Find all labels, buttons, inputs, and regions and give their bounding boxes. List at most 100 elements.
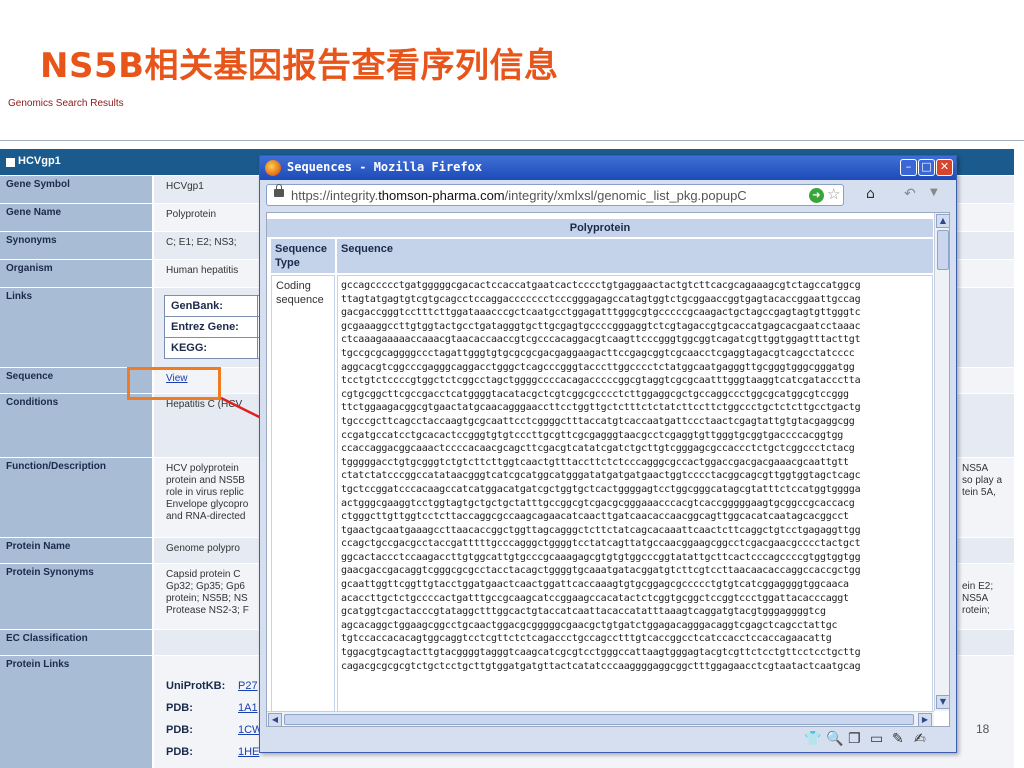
sequence-line: gcaattggttcggttgtacctggatgaactcaactggatt… (341, 579, 849, 591)
sequence-line: tgcccgcttcagcctaccaagtgcgcaattcctcggggct… (341, 415, 855, 427)
sequence-line: ccaccaggacggcaaactccccacaacgcagcttcgacgt… (341, 443, 855, 455)
firefox-popup-window: Sequences - Mozilla Firefox – □ ✕ https:… (259, 155, 957, 753)
brush-icon[interactable]: ✎ (892, 731, 904, 747)
sequence-line: gccagccccctgatgggggcgacactccaccatgaatcac… (341, 280, 861, 291)
go-icon[interactable]: ➜ (809, 188, 824, 203)
close-button[interactable]: ✕ (936, 159, 953, 176)
protein-synonyms-label: Protein Synonyms (0, 564, 152, 630)
function-right-line: NS5A (962, 463, 989, 474)
sequence-line: ttctggaagacggcgtgaactatgcaacagggaaccttcc… (341, 402, 861, 414)
url-text[interactable]: https://integrity.thomson-pharma.com/int… (291, 188, 811, 203)
sequence-line: tgccgcgcaggggccctagattgggtgtgcgcgcgacgag… (341, 347, 855, 359)
window-title: Sequences - Mozilla Firefox (287, 160, 483, 174)
sequence-line: ctatctatcccggccatataacgggtcatcgcatggcatg… (341, 470, 861, 482)
sequence-line: cagacgcgcgcgtctgctcctgcttgtggatgatgttact… (341, 660, 861, 672)
pdb-key: PDB: (166, 702, 193, 714)
conditions-label: Conditions (0, 394, 152, 458)
sequence-line: actgggcgaaggtcctggtagtgctgctgctatttgccgg… (341, 497, 855, 509)
page-number: 18 (976, 722, 990, 736)
back-arrow-icon[interactable]: ↶ (904, 186, 916, 202)
sequence-line: aggcacgtcggcccgagggcaggacctgggctcagcccgg… (341, 361, 855, 373)
sequence-type-cell: Coding sequence (271, 275, 335, 726)
pdb-link[interactable]: 1A1 (238, 702, 258, 714)
col-sequence: Sequence (337, 239, 933, 273)
protein-synonyms-right-line: ein E2; (962, 581, 994, 592)
scroll-up-icon[interactable]: ▲ (936, 214, 949, 228)
sequence-line: tgaactgcaatgaaagccttaacaccggctggttagcagg… (341, 524, 861, 536)
uniprot-link[interactable]: P27 (238, 680, 258, 692)
kegg-key: KEGG: (164, 337, 258, 359)
protein-links-label: Protein Links (0, 656, 152, 768)
sequence-line: gaacgaccgacaggtcgggcgcgcctacctacagctgggg… (341, 565, 861, 577)
synonyms-label: Synonyms (0, 232, 152, 260)
url-suffix: /integrity/xmlxsl/genomic_list_pkg.popup… (504, 188, 747, 203)
maximize-button[interactable]: □ (918, 159, 935, 176)
page-header: Genomics Search Results (0, 90, 1024, 141)
status-bar: 👕 🔍 ❐ ▭ ✎ ✍ (266, 730, 950, 750)
entrez-gene-key: Entrez Gene: (164, 316, 258, 338)
view-link-highlight (127, 367, 221, 400)
popup-content: Polyprotein Sequence Type Sequence Codin… (266, 212, 950, 727)
sequence-line: ttagtatgagtgtcgtgcagcctccaggaccccccctccc… (341, 293, 861, 305)
minimize-button[interactable]: – (900, 159, 917, 176)
sequence-line: gcgaaaggccttgtggtactgcctgatagggtgcttgcga… (341, 320, 861, 332)
pdb-key: PDB: (166, 746, 193, 758)
sequence-line: cgtgcggcttcgccgacctcatggggtacatacgctcgtc… (341, 388, 849, 400)
function-right-line: tein 5A, (962, 487, 996, 498)
col-sequence-type: Sequence Type (271, 239, 335, 273)
organism-label: Organism (0, 260, 152, 288)
protein-name-label: Protein Name (0, 538, 152, 564)
sequence-line: ctcaaagaaaaaccaaacgtaacaccaaccgtcgcccaca… (341, 334, 861, 346)
url-domain: thomson-pharma.com (378, 188, 505, 203)
sequence-line: tgctccggatcccacaagccatcatggacatgatcgctgg… (341, 483, 861, 495)
gene-name-label: Gene Name (0, 204, 152, 232)
vertical-scrollbar[interactable]: ▲ ▼ (934, 213, 949, 711)
square-icon (6, 158, 15, 167)
sequence-line: acaccttgctctgccccactgatttgccgcaagcatccgg… (341, 592, 849, 604)
pdb-link[interactable]: 1HE (238, 746, 259, 758)
url-bar: https://integrity.thomson-pharma.com/int… (266, 184, 942, 208)
protein-synonyms-right-text: ein E2; NS5A rotein; (962, 581, 993, 617)
url-prefix: https://integrity. (291, 188, 379, 203)
sequence-line: gcatggtcgactacccgtataggctttggcactgtaccat… (341, 606, 826, 618)
firefox-icon (265, 160, 281, 176)
function-label: Function/Description (0, 458, 152, 538)
polyprotein-title: Polyprotein (267, 219, 933, 237)
scroll-right-icon[interactable]: ▶ (918, 713, 932, 726)
tab-icon[interactable]: ▭ (870, 731, 883, 747)
genomics-search-results-heading: Genomics Search Results (8, 98, 124, 109)
function-right-line: so play a (962, 475, 1003, 486)
genbank-key: GenBank: (164, 295, 258, 317)
gene-symbol-label: Gene Symbol (0, 176, 152, 204)
slide-title: NS5B相关基因报告查看序列信息 (40, 46, 559, 86)
sequence-line: tggacgtgcagtacttgtacggggtagggtcaagcatcgc… (341, 647, 861, 659)
bookmark-star-icon[interactable]: ☆ (827, 185, 840, 203)
gene-title: HCVgp1 (18, 155, 61, 167)
scroll-left-icon[interactable]: ◀ (268, 713, 282, 726)
protein-synonyms-right-line: rotein; (962, 605, 990, 616)
signature-icon[interactable]: ✍ (914, 731, 926, 747)
sequence-line: ggcactaccctccaagaccttgtggcattgtgcccgcaaa… (341, 551, 861, 563)
sequence-cell: gccagccccctgatgggggcgacactccaccatgaatcac… (337, 275, 933, 726)
sequence-line: ccgatgccatcctgcacactccgggtgtgtcccttgcgtt… (341, 429, 844, 441)
sequence-line: tgtccaccacacagtggcaggtcctcgttctctcagaccc… (341, 633, 832, 645)
shirt-icon[interactable]: 👕 (804, 731, 821, 747)
pdb-key: PDB: (166, 724, 193, 736)
sequence-line: ccagctgccgacgcctaccgatttttgcccagggctgggg… (341, 538, 861, 550)
sequence-line: ctgggcttgttggtcctcttaccaggcgccaagcagaaca… (341, 511, 849, 523)
horizontal-scroll-thumb[interactable] (284, 714, 914, 725)
dropdown-icon[interactable]: ▼ (930, 187, 938, 198)
function-right-text: NS5A so play a tein 5A, (962, 463, 1002, 499)
protein-synonyms-right-line: NS5A (962, 593, 989, 604)
links-label: Links (0, 288, 152, 368)
home-icon[interactable]: ⌂ (866, 186, 875, 202)
url-field[interactable]: https://integrity.thomson-pharma.com/int… (266, 184, 844, 206)
search-icon[interactable]: 🔍 (826, 731, 843, 747)
horizontal-scrollbar[interactable]: ◀ ▶ (267, 711, 934, 726)
window-titlebar[interactable]: Sequences - Mozilla Firefox – □ ✕ (260, 156, 956, 180)
scroll-down-icon[interactable]: ▼ (936, 695, 949, 709)
vertical-scroll-thumb[interactable] (937, 230, 949, 270)
ec-classification-label: EC Classification (0, 630, 152, 656)
window-icon[interactable]: ❐ (848, 731, 861, 747)
sequence-line: agcacaggctggaagcggcctgcaactggacgcgggggcg… (341, 619, 838, 631)
